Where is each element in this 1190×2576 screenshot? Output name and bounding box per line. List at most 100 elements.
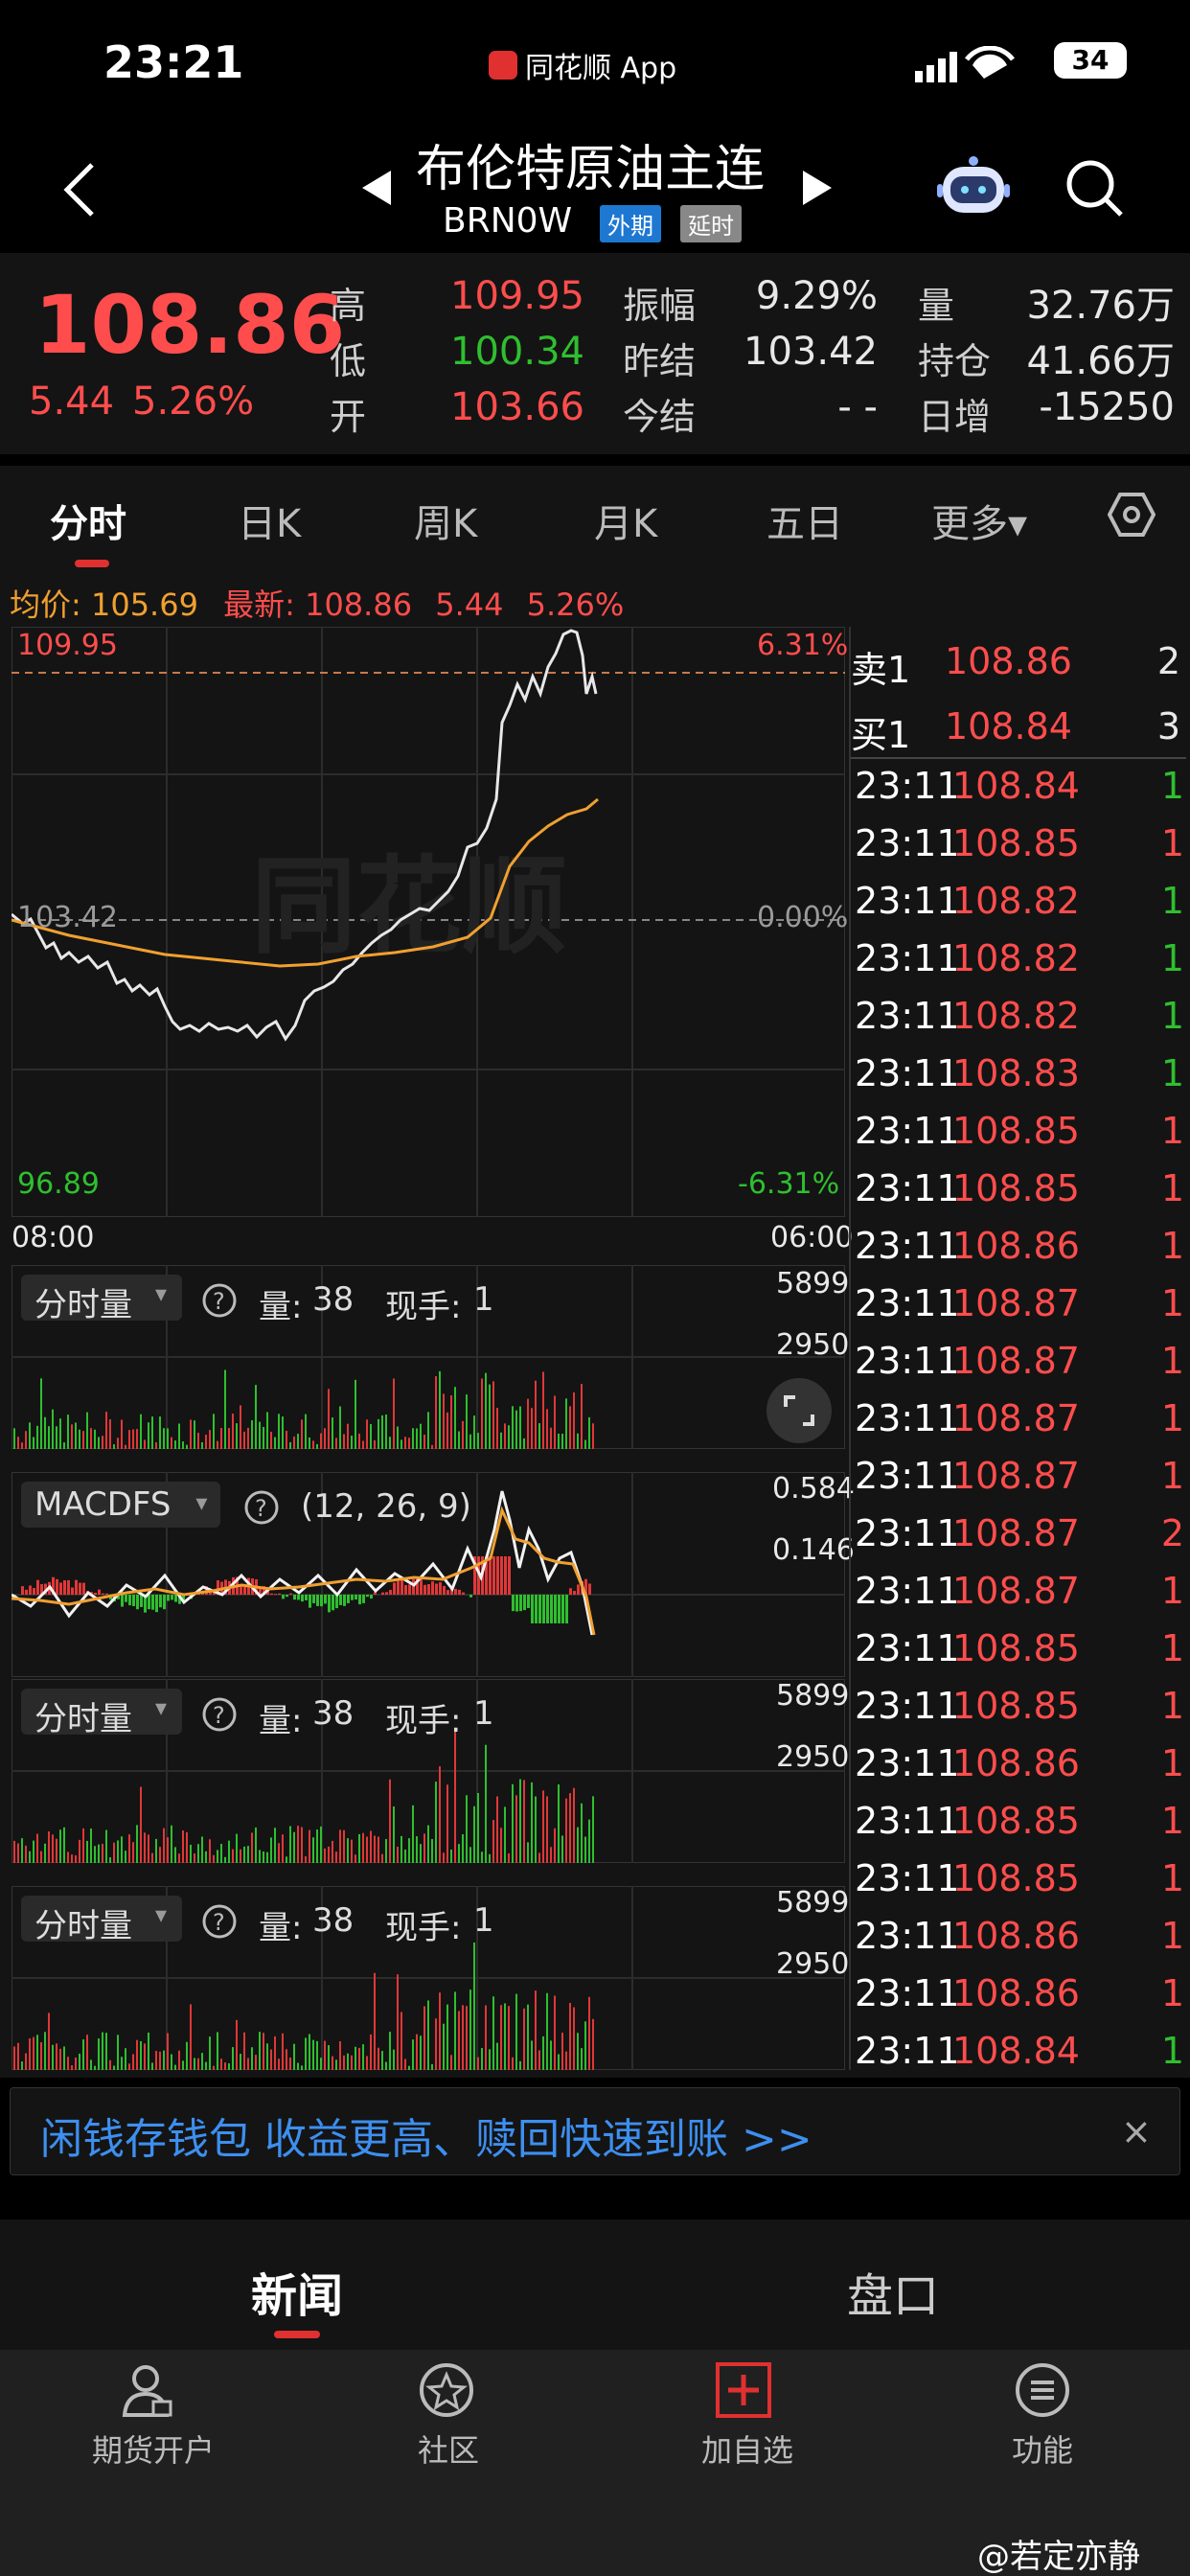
volume-bar <box>59 1418 61 1449</box>
tab-monthly-k[interactable]: 月K <box>594 493 657 548</box>
intraday-price-chart[interactable]: 同花顺 <box>11 627 845 1217</box>
settings-icon[interactable] <box>1108 491 1156 539</box>
volume-bar <box>423 1833 425 1863</box>
macd-select[interactable]: MACDFS ▾ <box>21 1482 221 1528</box>
trade-row: 23:11 108.87 1 <box>855 1392 1184 1449</box>
volume-bar <box>220 1428 222 1449</box>
volume-bar <box>82 1431 84 1449</box>
macd-bar <box>163 1595 166 1610</box>
macd-bar <box>25 1589 28 1595</box>
robot-assistant-icon[interactable] <box>937 153 1010 220</box>
indicator-select-2[interactable]: 分时量 ▾ <box>21 1689 182 1738</box>
volume-bar <box>21 1442 23 1449</box>
nav-add-watchlist[interactable]: 加自选 <box>690 2361 805 2469</box>
fullscreen-icon[interactable] <box>767 1378 832 1443</box>
volume-bar <box>90 1828 92 1863</box>
tab-weekly-k[interactable]: 周K <box>414 493 477 548</box>
trade-row: 23:11 108.85 1 <box>855 1622 1184 1679</box>
indicator-select-3[interactable]: 分时量 ▾ <box>21 1896 182 1945</box>
volume-bar <box>17 1437 19 1449</box>
help-icon[interactable]: ? <box>201 1903 238 1940</box>
volume-bar <box>109 1857 111 1863</box>
tab-intraday[interactable]: 分时 <box>50 493 126 548</box>
sell1-price[interactable]: 108.86 <box>945 640 1072 682</box>
user-account-icon <box>122 2365 172 2417</box>
macd-bar <box>171 1595 173 1600</box>
label-low: 低 <box>330 340 367 382</box>
volume-bar <box>44 1416 46 1449</box>
volume-bar <box>397 1846 399 1863</box>
tab-news[interactable]: 新闻 <box>251 2258 343 2325</box>
volume-bar <box>512 1783 514 1863</box>
trade-list[interactable]: 23:11 108.84 1 23:11 108.85 1 23:11 108.82 1 23:1… <box>855 759 1184 2082</box>
volume-bar <box>136 1825 138 1863</box>
nav-community[interactable]: 社区 <box>389 2361 504 2469</box>
volume-bar <box>240 1405 241 1449</box>
volume-bar <box>228 2063 230 2070</box>
volume-bar <box>412 2039 414 2070</box>
indicator-name: 分时量 <box>34 1700 132 1738</box>
volume-bar <box>255 1827 257 1863</box>
volume-bar <box>454 1732 456 1863</box>
trade-time: 23:11 <box>855 1685 960 1727</box>
lower-tab-bar <box>0 2220 1190 2350</box>
close-icon[interactable]: × <box>1121 2110 1152 2152</box>
volume-bar <box>13 1840 15 1863</box>
help-icon[interactable]: ? <box>243 1489 280 1526</box>
macd-bar <box>63 1580 66 1595</box>
volume-bar <box>297 2062 299 2070</box>
macd-bar <box>458 1589 461 1595</box>
volume-bar <box>439 1370 441 1449</box>
macd-bar <box>558 1595 561 1623</box>
trade-price: 108.87 <box>952 1455 1080 1497</box>
tab-more[interactable]: 更多▾ <box>931 493 1027 548</box>
trade-volume: 1 <box>1160 765 1184 807</box>
trade-time: 23:11 <box>855 1455 960 1497</box>
tab-daily-k[interactable]: 日K <box>238 493 301 548</box>
nav-functions[interactable]: 功能 <box>1010 2361 1125 2469</box>
volume-bar <box>535 1380 537 1449</box>
back-icon[interactable] <box>59 161 98 218</box>
macd-bar <box>33 1588 35 1595</box>
volume-bar <box>485 2005 487 2070</box>
volume-bar <box>251 1832 253 1863</box>
macd-bar <box>577 1584 580 1595</box>
macd-bar <box>155 1595 158 1613</box>
tab-pankou[interactable]: 盘口 <box>847 2258 939 2325</box>
volume-bar <box>128 2063 130 2070</box>
search-icon[interactable] <box>1064 157 1127 220</box>
promo-banner-text[interactable]: 闲钱存钱包 收益更高、赎回快速到账 >> <box>40 2104 812 2166</box>
help-icon[interactable]: ? <box>201 1696 238 1733</box>
volume-bar <box>217 1850 218 1863</box>
volume-bar <box>531 1408 533 1449</box>
volume-bar <box>469 1990 471 2070</box>
prev-contract-arrow[interactable] <box>362 171 391 205</box>
volume-bars <box>13 1369 594 1449</box>
svg-text:?: ? <box>213 1909 225 1936</box>
macd-bar <box>289 1593 292 1595</box>
macd-bar <box>121 1595 124 1607</box>
volume-bar <box>190 2004 192 2070</box>
buy1-price[interactable]: 108.84 <box>945 705 1072 748</box>
volume-bar <box>443 1393 445 1449</box>
volume-bar <box>316 1829 318 1863</box>
volume-bar <box>420 1423 422 1449</box>
volume-bar <box>44 1843 46 1863</box>
macd-bar <box>385 1592 388 1595</box>
trade-row: 23:11 108.85 1 <box>855 1852 1184 1909</box>
volume-bar <box>205 1851 207 1863</box>
volume-bar <box>584 1439 586 1449</box>
nav-futures-account[interactable]: 期货开户 <box>75 2361 218 2469</box>
help-icon[interactable]: ? <box>201 1282 238 1319</box>
trade-price: 108.82 <box>952 880 1080 922</box>
next-contract-arrow[interactable] <box>803 171 832 205</box>
volume-bar <box>385 2061 387 2070</box>
indicator-select-1[interactable]: 分时量 ▾ <box>21 1275 182 1324</box>
tab-five-day[interactable]: 五日 <box>767 493 843 548</box>
volume-bar <box>485 1744 487 1863</box>
volume-bar <box>477 1433 479 1449</box>
volume-bar <box>400 1439 402 1449</box>
volume-bar <box>266 1412 268 1449</box>
volume-bar <box>29 1422 31 1449</box>
trade-price: 108.85 <box>952 1167 1080 1209</box>
